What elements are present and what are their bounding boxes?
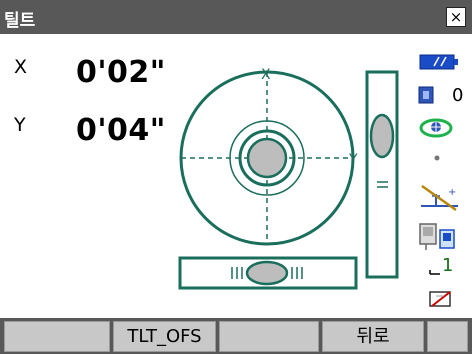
circle-y-label: Y bbox=[348, 152, 358, 168]
battery-icon[interactable] bbox=[418, 52, 460, 72]
laser-level-count: 1 bbox=[442, 255, 454, 276]
circular-bubble bbox=[246, 137, 288, 179]
tilt-offset-softkey[interactable]: TLT_OFS bbox=[113, 321, 216, 352]
back-softkey[interactable]: 뒤로 bbox=[322, 321, 424, 352]
close-button[interactable]: × bbox=[446, 7, 466, 27]
vertical-tube-level bbox=[365, 70, 399, 279]
horizontal-bubble bbox=[245, 260, 289, 286]
memory-icon[interactable] bbox=[418, 86, 434, 104]
vertical-bubble bbox=[369, 113, 395, 159]
memory-count: 0 bbox=[452, 85, 464, 106]
circular-level bbox=[179, 70, 355, 246]
status-dot-icon bbox=[434, 155, 440, 161]
window-title: 틸트 bbox=[4, 11, 36, 31]
title-bar: 틸트 × bbox=[0, 0, 472, 34]
plummet-level-icon bbox=[429, 270, 440, 275]
softkey-3[interactable] bbox=[219, 321, 319, 352]
softkey-5[interactable] bbox=[427, 321, 468, 352]
electronic-level: X Y bbox=[178, 67, 399, 290]
svg-text:+: + bbox=[448, 187, 456, 198]
laser-plummet-icon[interactable]: + bbox=[418, 182, 462, 212]
tilt-compensation-icon[interactable] bbox=[418, 115, 454, 139]
horizontal-tube-level bbox=[178, 256, 358, 290]
no-edit-icon[interactable] bbox=[428, 288, 454, 310]
softkey-1[interactable] bbox=[4, 321, 110, 352]
prism-target-icon[interactable] bbox=[418, 222, 462, 252]
circle-x-label: X bbox=[261, 67, 271, 83]
